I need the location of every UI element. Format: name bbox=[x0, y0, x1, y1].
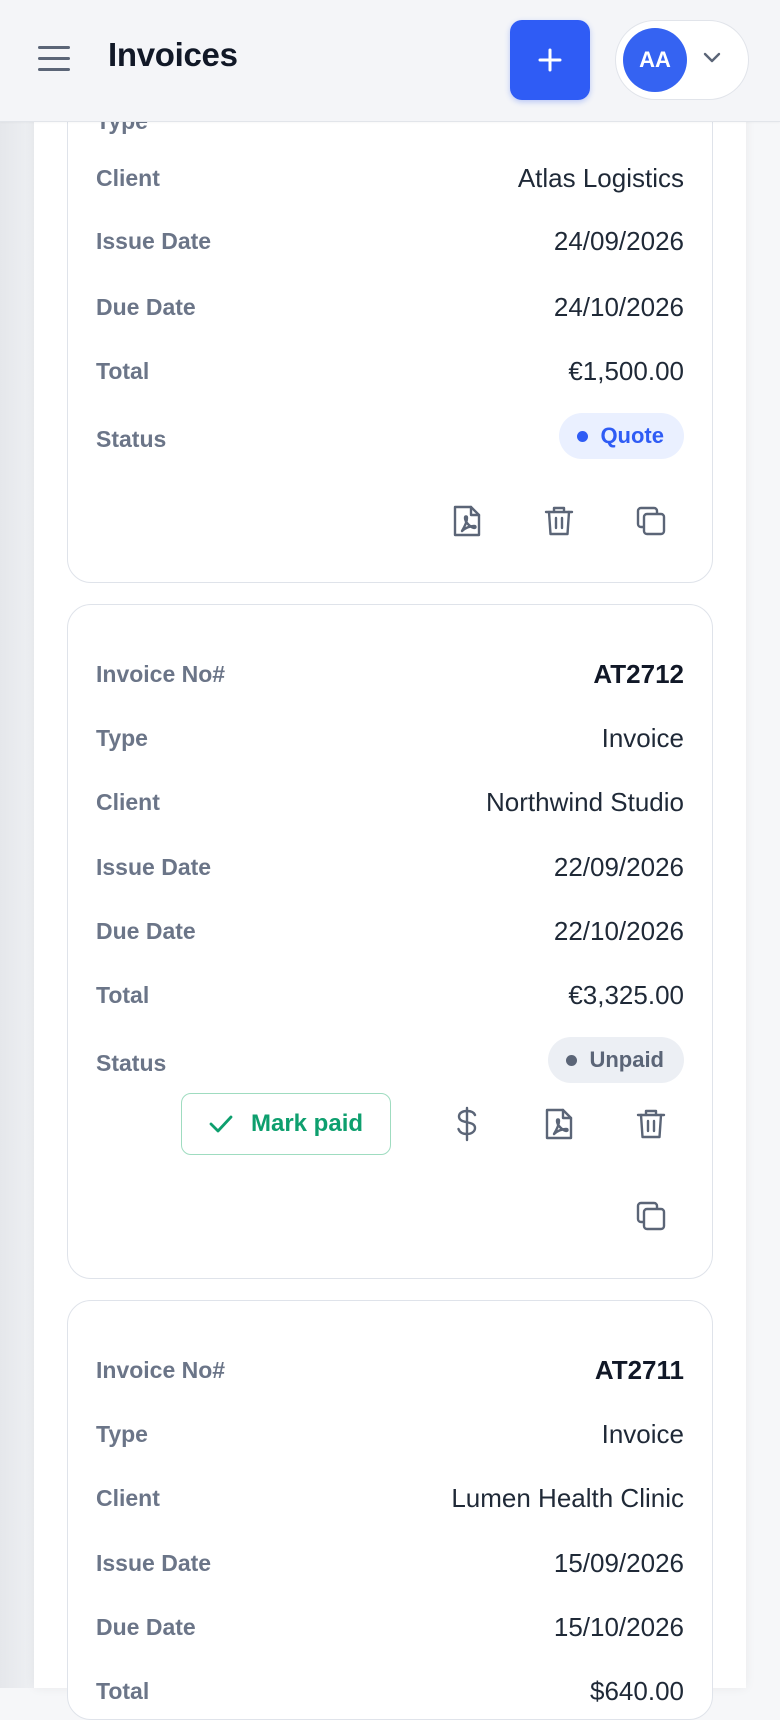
issue-date-label: Issue Date bbox=[96, 1550, 212, 1576]
status-badge: Quote bbox=[559, 413, 684, 459]
total-row: Total $640.00 bbox=[96, 1671, 684, 1711]
invoice-no-label: Invoice No# bbox=[96, 661, 226, 687]
type-value: Invoice bbox=[601, 723, 684, 753]
left-rail bbox=[0, 0, 34, 1688]
due-date-value: 15/10/2026 bbox=[553, 1612, 684, 1642]
client-label: Client bbox=[96, 789, 160, 815]
status-label: Status bbox=[96, 426, 167, 452]
status-row: Status Unpaid bbox=[96, 1037, 684, 1083]
type-label: Type bbox=[96, 725, 148, 751]
add-invoice-button[interactable] bbox=[510, 20, 590, 100]
issue-date-label: Issue Date bbox=[96, 854, 212, 880]
mark-paid-button[interactable]: Mark paid bbox=[181, 1093, 391, 1155]
due-date-value: 24/10/2026 bbox=[553, 292, 684, 322]
client-value: Northwind Studio bbox=[486, 787, 684, 817]
client-value: Lumen Health Clinic bbox=[451, 1483, 684, 1513]
check-icon bbox=[209, 1115, 233, 1133]
invoice-card: Invoice No# AT2711 Type Invoice Client L… bbox=[67, 1300, 713, 1720]
invoice-no-value: AT2712 bbox=[593, 659, 684, 689]
duplicate-button[interactable] bbox=[627, 1192, 675, 1240]
total-row: Total €3,325.00 bbox=[96, 975, 684, 1015]
due-date-row: Due Date 15/10/2026 bbox=[96, 1607, 684, 1647]
pdf-icon bbox=[453, 505, 481, 537]
dollar-icon bbox=[457, 1106, 477, 1142]
invoice-no-value: AT2711 bbox=[594, 1355, 684, 1385]
total-value: €3,325.00 bbox=[568, 980, 684, 1010]
status-dot bbox=[577, 430, 589, 442]
total-label: Total bbox=[96, 1678, 150, 1704]
plus-icon bbox=[538, 48, 562, 72]
client-label: Client bbox=[96, 1485, 160, 1511]
issue-date-value: 22/09/2026 bbox=[553, 852, 684, 882]
due-date-label: Due Date bbox=[96, 294, 196, 320]
due-date-row: Due Date 24/10/2026 bbox=[96, 287, 684, 327]
duplicate-icon bbox=[636, 1201, 666, 1231]
type-label: Type bbox=[96, 1421, 148, 1447]
issue-date-row: Issue Date 24/09/2026 bbox=[96, 221, 684, 261]
record-payment-button[interactable] bbox=[443, 1100, 491, 1148]
download-pdf-button[interactable] bbox=[443, 497, 491, 545]
type-row: Type Invoice bbox=[96, 718, 684, 758]
status-text: Unpaid bbox=[589, 1047, 664, 1072]
invoice-card: Type Client Atlas Logistics Issue Date 2… bbox=[67, 60, 713, 583]
delete-button[interactable] bbox=[535, 497, 583, 545]
invoice-no-row: Invoice No# AT2712 bbox=[96, 654, 684, 694]
status-badge: Unpaid bbox=[548, 1037, 684, 1083]
mark-paid-label: Mark paid bbox=[250, 1110, 364, 1137]
issue-date-value: 24/09/2026 bbox=[553, 226, 684, 256]
user-menu[interactable]: AA bbox=[615, 20, 749, 100]
chevron-down-icon bbox=[703, 52, 721, 63]
type-row: Type Invoice bbox=[96, 1414, 684, 1454]
status-text: Quote bbox=[600, 423, 664, 448]
trash-icon bbox=[544, 506, 574, 536]
menu-icon-bar bbox=[38, 46, 70, 49]
due-date-value: 22/10/2026 bbox=[553, 916, 684, 946]
total-value: $640.00 bbox=[590, 1676, 684, 1706]
due-date-label: Due Date bbox=[96, 918, 196, 944]
delete-button[interactable] bbox=[627, 1100, 675, 1148]
client-value: Atlas Logistics bbox=[517, 163, 684, 193]
invoice-no-row: Invoice No# AT2711 bbox=[96, 1350, 684, 1390]
invoice-no-label: Invoice No# bbox=[96, 1357, 226, 1383]
download-pdf-button[interactable] bbox=[535, 1100, 583, 1148]
type-value: Invoice bbox=[601, 1419, 684, 1449]
menu-icon-bar bbox=[38, 57, 70, 60]
duplicate-button[interactable] bbox=[627, 497, 675, 545]
status-row: Status Quote bbox=[96, 413, 684, 459]
menu-icon[interactable] bbox=[38, 46, 70, 72]
total-row: Total €1,500.00 bbox=[96, 351, 684, 391]
total-value: €1,500.00 bbox=[568, 356, 684, 386]
client-row: Client Atlas Logistics bbox=[96, 158, 684, 198]
page-title: Invoices bbox=[108, 36, 238, 73]
client-row: Client Northwind Studio bbox=[96, 782, 684, 822]
duplicate-icon bbox=[636, 506, 666, 536]
invoice-card: Invoice No# AT2712 Type Invoice Client N… bbox=[67, 604, 713, 1279]
total-label: Total bbox=[96, 982, 150, 1008]
issue-date-row: Issue Date 22/09/2026 bbox=[96, 847, 684, 887]
total-label: Total bbox=[96, 358, 150, 384]
trash-icon bbox=[636, 1109, 666, 1139]
menu-icon-bar bbox=[38, 68, 70, 71]
pdf-icon bbox=[545, 1108, 573, 1140]
issue-date-label: Issue Date bbox=[96, 228, 212, 254]
status-dot bbox=[566, 1054, 578, 1066]
status-label: Status bbox=[96, 1050, 167, 1076]
due-date-label: Due Date bbox=[96, 1614, 196, 1640]
issue-date-row: Issue Date 15/09/2026 bbox=[96, 1543, 684, 1583]
issue-date-value: 15/09/2026 bbox=[553, 1548, 684, 1578]
client-label: Client bbox=[96, 165, 160, 191]
app-header: Invoices AA bbox=[0, 0, 780, 122]
due-date-row: Due Date 22/10/2026 bbox=[96, 911, 684, 951]
avatar: AA bbox=[623, 28, 687, 92]
client-row: Client Lumen Health Clinic bbox=[96, 1478, 684, 1518]
